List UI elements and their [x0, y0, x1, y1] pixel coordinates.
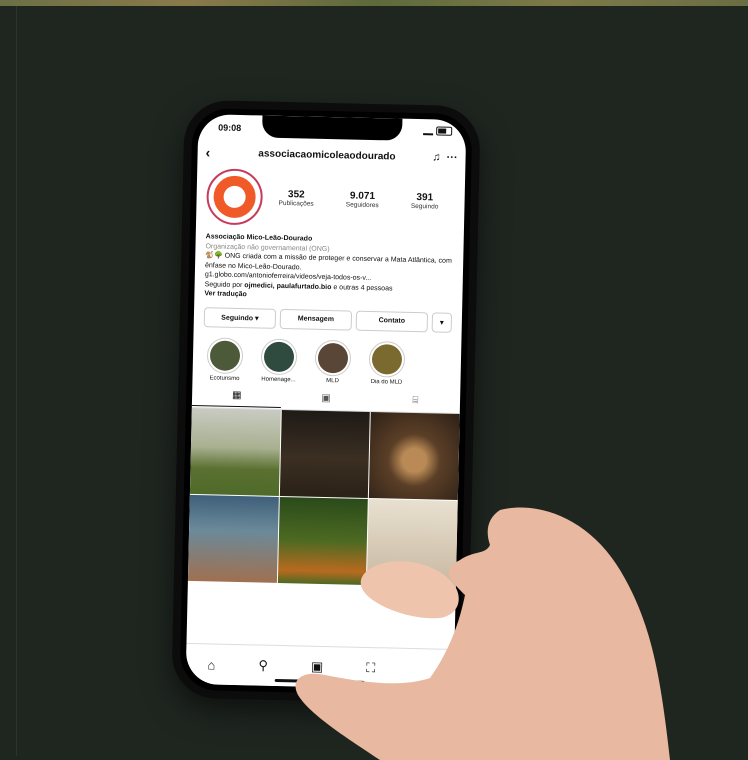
- left-border-line: [16, 6, 17, 756]
- highlight-image: [372, 344, 403, 375]
- follow-suffix: e outras 4 pessoas: [331, 284, 392, 292]
- phone-notch: [262, 115, 402, 140]
- bell-icon[interactable]: ♫: [432, 151, 441, 163]
- profile-bio: Associação Mico-Leão-Dourado Organização…: [194, 228, 464, 305]
- stat-following[interactable]: 391 Seguindo: [411, 192, 439, 211]
- highlight-ecoturismo[interactable]: Ecoturismo: [202, 337, 247, 382]
- stat-posts-count: 352: [279, 189, 314, 201]
- highlight-dia-do-mld[interactable]: Dia do MLD: [364, 340, 409, 385]
- message-button[interactable]: Mensagem: [280, 308, 352, 330]
- highlight-label: MLD: [310, 377, 354, 384]
- avatar[interactable]: [206, 168, 263, 225]
- profile-summary: 352 Publicações 9.071 Seguidores 391 Seg…: [196, 164, 465, 234]
- thumb-shape: [361, 561, 459, 618]
- follow-prefix: Seguido por: [205, 281, 245, 289]
- post-thumbnail[interactable]: [280, 409, 371, 497]
- highlight-label: Ecoturismo: [202, 375, 246, 382]
- signal-icon: [423, 126, 433, 135]
- username-title: associacaomicoleaodourado: [222, 147, 433, 163]
- avatar-logo: [213, 175, 256, 218]
- highlight-cover: [261, 338, 298, 375]
- hand-image: [290, 500, 680, 760]
- home-icon[interactable]: ⌂: [207, 657, 215, 672]
- highlight-homenagem[interactable]: Homenage...: [256, 338, 301, 383]
- stat-following-count: 391: [411, 192, 439, 204]
- highlight-label: Homenage...: [256, 376, 300, 383]
- reels-tab-icon[interactable]: ▣: [281, 392, 371, 405]
- post-thumbnail[interactable]: [190, 407, 281, 495]
- back-icon[interactable]: ‹: [205, 144, 221, 160]
- grid-tab-icon[interactable]: ▦: [192, 385, 282, 408]
- highlight-label: Dia do MLD: [364, 378, 408, 385]
- suggested-chevron-button[interactable]: ▾: [432, 312, 452, 332]
- status-time: 09:08: [218, 122, 241, 133]
- following-button[interactable]: Seguindo ▾: [204, 307, 276, 329]
- profile-stats: 352 Publicações 9.071 Seguidores 391 Seg…: [262, 189, 454, 211]
- search-icon[interactable]: ⚲: [258, 658, 268, 674]
- highlight-mld[interactable]: MLD: [310, 339, 355, 384]
- story-highlights: Ecoturismo Homenage... MLD Dia do MLD: [192, 332, 461, 390]
- post-thumbnail[interactable]: [188, 494, 279, 582]
- follow-names: ojmedici, paulafurtado.bio: [244, 282, 331, 291]
- highlight-image: [264, 341, 295, 372]
- more-icon[interactable]: ···: [446, 152, 457, 164]
- tagged-tab-icon[interactable]: ⌸: [371, 394, 461, 407]
- stat-followers[interactable]: 9.071 Seguidores: [346, 190, 379, 209]
- highlight-image: [318, 342, 349, 373]
- stat-followers-count: 9.071: [346, 190, 379, 202]
- stat-posts-label: Publicações: [279, 200, 314, 208]
- hand-shape: [296, 508, 670, 760]
- highlight-cover: [369, 340, 406, 377]
- status-icons: [423, 126, 452, 136]
- highlight-cover: [315, 339, 352, 376]
- highlight-image: [210, 340, 241, 371]
- contact-button[interactable]: Contato: [356, 310, 428, 332]
- battery-icon: [436, 126, 452, 135]
- top-image-strip: [0, 0, 748, 6]
- highlight-cover: [207, 337, 244, 374]
- post-thumbnail[interactable]: [369, 412, 460, 500]
- stat-followers-label: Seguidores: [346, 201, 379, 209]
- stat-posts[interactable]: 352 Publicações: [279, 189, 314, 208]
- stat-following-label: Seguindo: [411, 203, 439, 211]
